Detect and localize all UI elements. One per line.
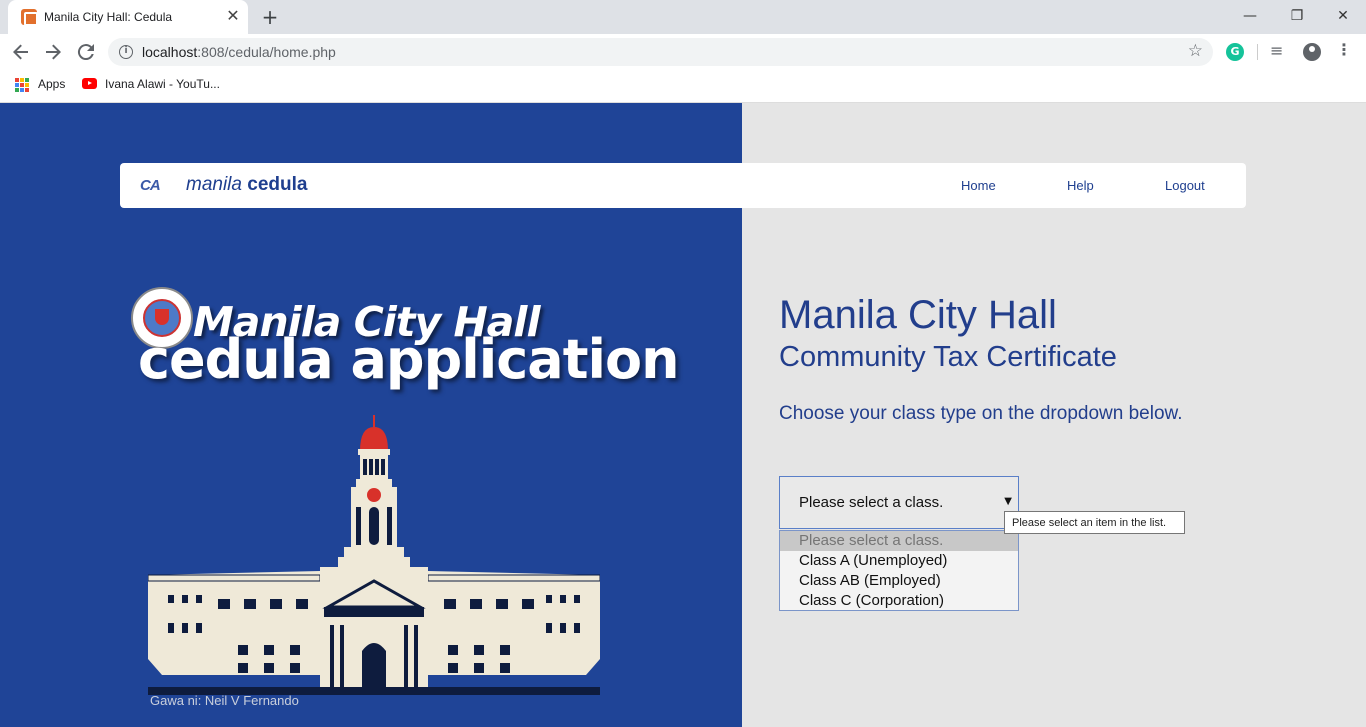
grammarly-icon[interactable]: G — [1226, 43, 1244, 61]
url-text: localhost:808/cedula/home.php — [142, 44, 336, 60]
toolbar-divider — [1257, 44, 1258, 60]
option-placeholder[interactable]: Please select a class. — [780, 531, 1018, 551]
page-title: Manila City Hall — [779, 293, 1057, 337]
browser-tab[interactable]: Manila City Hall: Cedula ✕ — [8, 0, 248, 34]
city-hall-illustration — [148, 415, 600, 695]
back-button[interactable] — [9, 40, 33, 64]
xampp-favicon-icon — [21, 9, 38, 26]
credit-text: Gawa ni: Neil V Fernando — [150, 693, 299, 708]
tab-strip: Manila City Hall: Cedula ✕ + — ❐ ✕ — [0, 0, 1366, 34]
bookmarks-bar: Apps Ivana Alawi - YouTu... — [0, 70, 1366, 103]
dropdown-arrow-icon: ▼ — [1004, 496, 1012, 507]
brand-logo-icon[interactable]: CA — [140, 177, 168, 195]
option-class-a[interactable]: Class A (Unemployed) — [780, 551, 1018, 571]
kebab-menu-icon[interactable]: ⋮ — [1336, 40, 1352, 59]
forward-button[interactable] — [41, 40, 65, 64]
brand-name[interactable]: manila cedula — [186, 174, 307, 196]
page-subtitle: Community Tax Certificate — [779, 341, 1117, 373]
bookmark-apps[interactable]: Apps — [38, 77, 65, 91]
arrow-right-icon — [46, 44, 61, 60]
nav-home-link[interactable]: Home — [961, 178, 996, 193]
info-icon[interactable]: i — [119, 45, 133, 59]
apps-grid-icon[interactable] — [15, 78, 29, 92]
reload-icon — [77, 44, 94, 61]
browser-toolbar: i localhost:808/cedula/home.php ☆ — [0, 34, 1366, 70]
validation-tooltip: Please select an item in the list. — [1004, 511, 1185, 534]
tab-title: Manila City Hall: Cedula — [44, 10, 173, 24]
arrow-left-icon — [13, 44, 28, 60]
star-icon[interactable]: ☆ — [1188, 41, 1203, 61]
media-control-icon[interactable]: ≡ — [1270, 41, 1283, 60]
profile-icon[interactable] — [1303, 43, 1321, 61]
tab-close-icon[interactable]: ✕ — [224, 7, 242, 25]
page: CA manila cedula Home Help Logout Manila… — [0, 103, 1366, 727]
youtube-icon — [82, 78, 97, 89]
nav-help-link[interactable]: Help — [1067, 178, 1094, 193]
option-class-ab[interactable]: Class AB (Employed) — [780, 571, 1018, 591]
bookmark-youtube[interactable]: Ivana Alawi - YouTu... — [105, 77, 220, 91]
class-select-value: Please select a class. — [799, 494, 944, 511]
reload-button[interactable] — [74, 40, 98, 64]
instruction-text: Choose your class type on the dropdown b… — [779, 403, 1183, 424]
window-close-button[interactable]: ✕ — [1323, 3, 1363, 29]
minimize-button[interactable]: — — [1230, 3, 1270, 29]
class-options-list[interactable]: Please select a class. Class A (Unemploy… — [779, 530, 1019, 611]
address-bar[interactable]: i localhost:808/cedula/home.php ☆ — [108, 38, 1213, 66]
nav-logout-link[interactable]: Logout — [1165, 178, 1205, 193]
restore-button[interactable]: ❐ — [1277, 3, 1317, 29]
option-class-c[interactable]: Class C (Corporation) — [780, 591, 1018, 611]
hero-subtitle: cedula application — [138, 328, 680, 391]
site-navbar: CA manila cedula Home Help Logout — [120, 163, 1246, 208]
class-select[interactable]: Please select a class. ▼ — [779, 476, 1019, 529]
new-tab-button[interactable]: + — [258, 5, 282, 29]
